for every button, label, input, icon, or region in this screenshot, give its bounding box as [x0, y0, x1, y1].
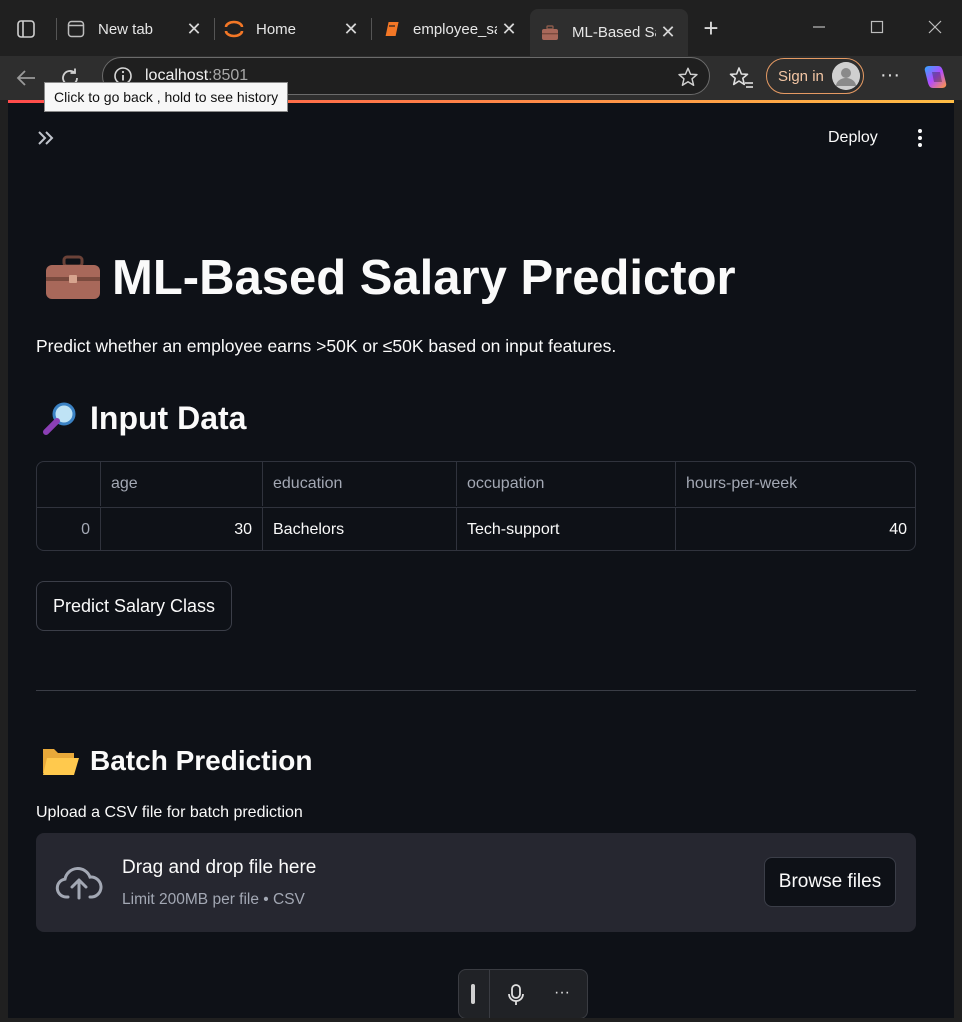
main-menu-icon[interactable]	[910, 126, 930, 150]
tab-new-tab[interactable]: New tab ✕	[56, 9, 214, 49]
tab-actions-icon	[17, 20, 35, 38]
drag-handle[interactable]	[471, 984, 475, 1004]
back-button-tooltip: Click to go back , hold to see history	[44, 82, 289, 112]
open-folder-icon	[43, 749, 79, 775]
table-header-index	[37, 462, 101, 506]
briefcase-icon	[46, 255, 100, 299]
table-cell-index: 0	[37, 508, 101, 550]
page-viewport: Deploy ML-Based Salary Predictor Predict…	[8, 100, 954, 1018]
cloud-upload-icon	[55, 867, 103, 900]
table-row: 0 30 Bachelors Tech-support 40	[37, 507, 915, 550]
table-header-education[interactable]: education	[263, 462, 457, 506]
tab-home[interactable]: Home ✕	[214, 9, 371, 49]
favorites-icon[interactable]	[727, 64, 755, 92]
copilot-icon[interactable]	[920, 62, 950, 92]
file-dropzone[interactable]: Drag and drop file here Limit 200MB per …	[36, 833, 916, 932]
microphone-icon[interactable]	[505, 983, 527, 1007]
window-frame-left	[0, 100, 8, 1022]
sign-in-button[interactable]: Sign in	[766, 58, 864, 94]
page-title-text: ML-Based Salary Predictor	[112, 251, 736, 305]
table-header-row: age education occupation hours-per-week	[37, 462, 915, 506]
new-tab-button[interactable]: +	[698, 14, 724, 42]
browser-menu-button[interactable]: ···	[876, 63, 904, 91]
tab-label: employee_sa	[413, 20, 497, 38]
close-tab-icon[interactable]: ✕	[182, 17, 206, 41]
more-options-icon[interactable]: ···	[551, 984, 573, 1006]
back-button[interactable]	[10, 62, 42, 94]
section-divider	[36, 690, 916, 691]
tab-label: Home	[256, 20, 297, 38]
favorite-star-icon[interactable]	[677, 66, 699, 88]
dropzone-title: Drag and drop file here	[122, 857, 317, 878]
input-data-table[interactable]: age education occupation hours-per-week …	[36, 461, 916, 551]
close-tab-icon[interactable]: ✕	[497, 17, 521, 41]
window-frame-right	[954, 100, 962, 1022]
predict-salary-button[interactable]: Predict Salary Class	[36, 581, 232, 631]
file-uploader-label: Upload a CSV file for batch prediction	[36, 804, 303, 821]
tab-ml-salary-predictor[interactable]: ML-Based Sa ✕	[530, 9, 688, 56]
deploy-button[interactable]: Deploy	[828, 129, 878, 147]
sign-in-label: Sign in	[778, 67, 824, 85]
page-title: ML-Based Salary Predictor	[44, 250, 736, 306]
minimize-window-icon[interactable]	[804, 12, 834, 42]
close-tab-icon[interactable]: ✕	[339, 17, 363, 41]
briefcase-icon	[540, 23, 560, 43]
browse-files-button[interactable]: Browse files	[764, 857, 896, 907]
tab-employee-notebook[interactable]: employee_sa ✕	[371, 9, 529, 49]
close-tab-icon[interactable]: ✕	[656, 21, 680, 45]
tab-label: ML-Based Sa	[572, 24, 656, 41]
input-data-heading: Input Data	[40, 400, 246, 437]
expand-sidebar-icon[interactable]	[34, 126, 58, 150]
notebook-icon	[381, 19, 401, 39]
table-header-hours-per-week[interactable]: hours-per-week	[676, 462, 915, 506]
profile-avatar-icon	[832, 62, 860, 90]
magnifying-glass-icon	[43, 402, 76, 435]
floating-voice-toolbar: ···	[458, 969, 588, 1018]
maximize-window-icon[interactable]	[862, 12, 892, 42]
window-frame-bottom	[0, 1018, 962, 1022]
table-cell-hours-per-week[interactable]: 40	[676, 508, 915, 550]
batch-prediction-heading-text: Batch Prediction	[90, 745, 313, 776]
new-tab-page-icon	[66, 19, 86, 39]
table-header-age[interactable]: age	[101, 462, 263, 506]
table-cell-occupation[interactable]: Tech-support	[457, 508, 676, 550]
table-cell-age[interactable]: 30	[101, 508, 263, 550]
batch-prediction-heading: Batch Prediction	[40, 743, 312, 779]
browser-tab-bar: New tab ✕ Home ✕ employee_sa ✕ ML-Based …	[0, 0, 962, 56]
dropzone-limit-text: Limit 200MB per file • CSV	[122, 891, 305, 908]
tab-actions-button[interactable]	[8, 14, 44, 44]
tab-label: New tab	[98, 20, 154, 38]
input-data-heading-text: Input Data	[90, 400, 247, 436]
toolbar-separator	[489, 970, 490, 1018]
table-header-occupation[interactable]: occupation	[457, 462, 676, 506]
close-window-icon[interactable]	[920, 12, 950, 42]
jupyter-icon	[224, 19, 244, 39]
page-subtitle: Predict whether an employee earns >50K o…	[36, 336, 617, 356]
table-cell-education[interactable]: Bachelors	[263, 508, 457, 550]
back-arrow-icon	[16, 70, 35, 86]
